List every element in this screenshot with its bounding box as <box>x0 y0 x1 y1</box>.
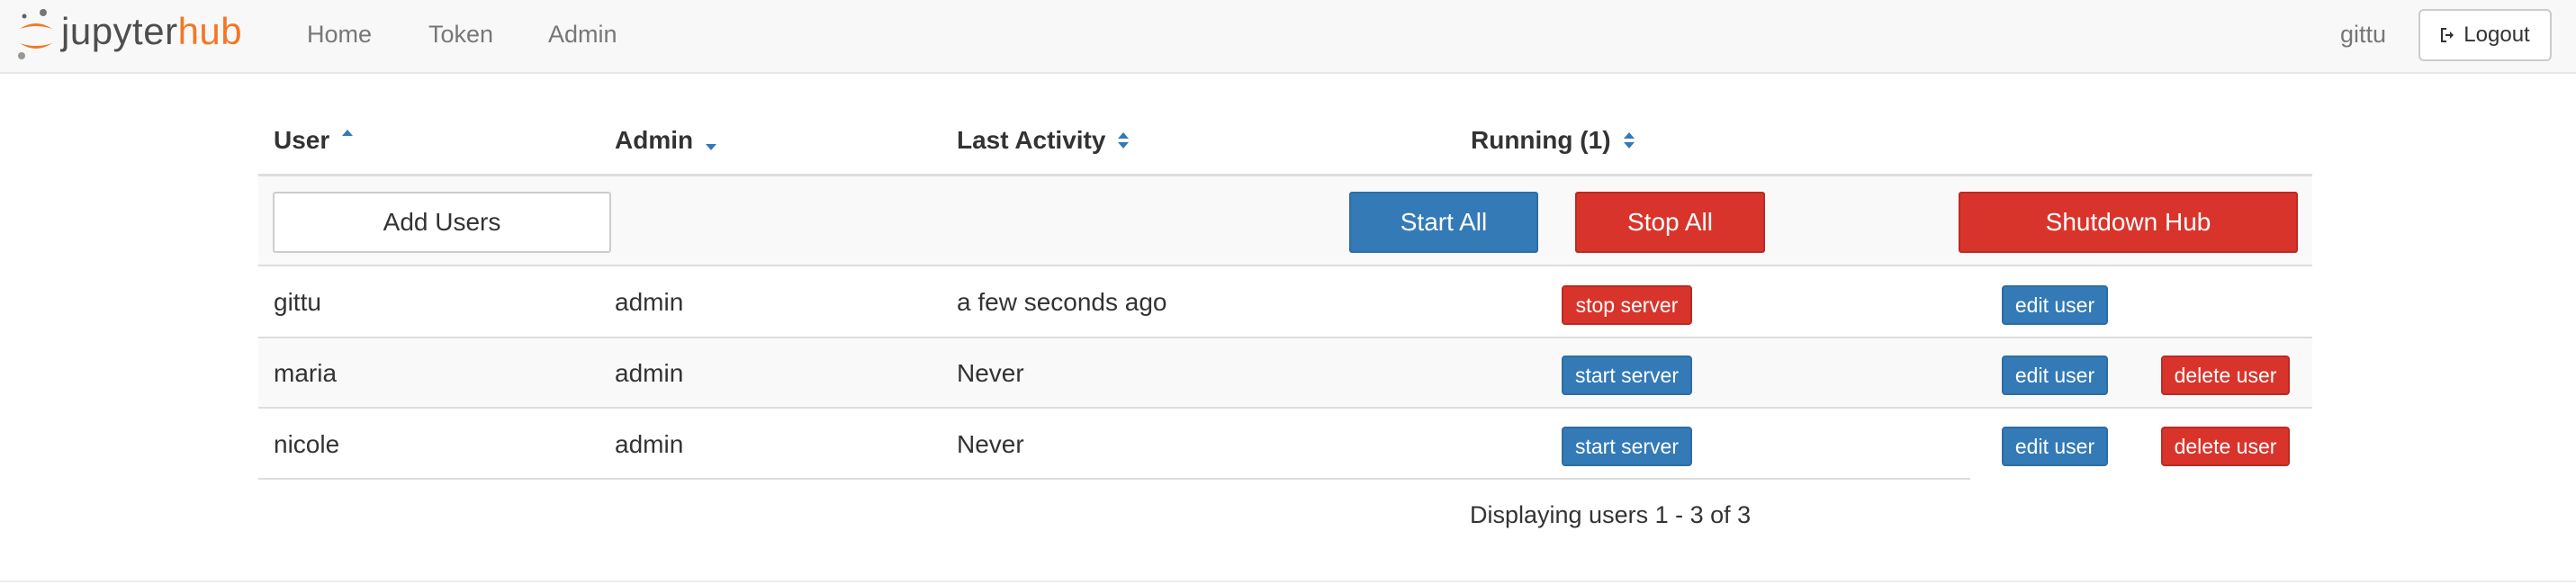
start-server-button[interactable]: start server <box>1562 356 1692 395</box>
admin-status: admin <box>615 288 684 316</box>
column-header-running[interactable]: Running (1) <box>1471 126 1636 155</box>
jupyterhub-logo[interactable]: jupyterhub <box>16 7 242 63</box>
shutdown-hub-button[interactable]: Shutdown Hub <box>1959 192 2298 253</box>
brand-text-jupyter: jupyter <box>61 10 178 52</box>
user-name: gittu <box>274 288 321 316</box>
column-label-admin: Admin <box>615 126 694 154</box>
nav-token[interactable]: Token <box>428 21 493 49</box>
sign-out-icon <box>2441 28 2454 42</box>
column-header-last-activity[interactable]: Last Activity <box>957 126 1130 155</box>
navbar: jupyterhub Home Token Admin gittu Logout <box>0 0 2576 74</box>
start-all-button[interactable]: Start All <box>1349 192 1538 253</box>
column-header-admin[interactable]: Admin <box>615 126 718 155</box>
brand-text: jupyterhub <box>61 13 242 50</box>
nav-home[interactable]: Home <box>307 21 372 49</box>
current-username: gittu <box>2340 21 2387 48</box>
edit-user-button[interactable]: edit user <box>2002 285 2108 325</box>
admin-status: admin <box>615 430 684 458</box>
brand-text-hub: hub <box>177 10 243 52</box>
sort-unsorted-icon <box>1623 132 1635 148</box>
stop-server-button[interactable]: stop server <box>1562 285 1692 325</box>
edit-user-button[interactable]: edit user <box>2002 356 2108 395</box>
table-row <box>258 410 1970 480</box>
logout-button[interactable]: Logout <box>2418 9 2552 61</box>
sort-ascending-icon <box>342 130 354 136</box>
page-divider <box>0 580 2576 582</box>
jupyter-logo-icon <box>18 9 52 59</box>
nav-admin[interactable]: Admin <box>548 21 617 49</box>
sort-descending-icon <box>706 144 717 150</box>
column-label-last-activity: Last Activity <box>957 126 1106 154</box>
last-activity: Never <box>957 359 1024 387</box>
user-name: maria <box>274 359 338 387</box>
last-activity: a few seconds ago <box>957 288 1167 316</box>
delete-user-button[interactable]: delete user <box>2161 427 2290 466</box>
sort-unsorted-icon <box>1118 132 1130 148</box>
last-activity: Never <box>957 430 1024 458</box>
stop-all-button[interactable]: Stop All <box>1575 192 1765 253</box>
delete-user-button[interactable]: delete user <box>2161 356 2290 395</box>
column-label-running: Running (1) <box>1471 126 1611 154</box>
column-header-user[interactable]: User <box>274 126 355 155</box>
logout-label: Logout <box>2463 22 2530 47</box>
edit-user-button[interactable]: edit user <box>2002 427 2108 466</box>
pagination-summary: Displaying users 1 - 3 of 3 <box>1470 501 1752 528</box>
start-server-button[interactable]: start server <box>1562 427 1692 466</box>
admin-status: admin <box>615 359 684 387</box>
user-name: nicole <box>274 430 340 458</box>
column-label-user: User <box>274 126 330 154</box>
add-users-button[interactable]: Add Users <box>273 192 611 253</box>
